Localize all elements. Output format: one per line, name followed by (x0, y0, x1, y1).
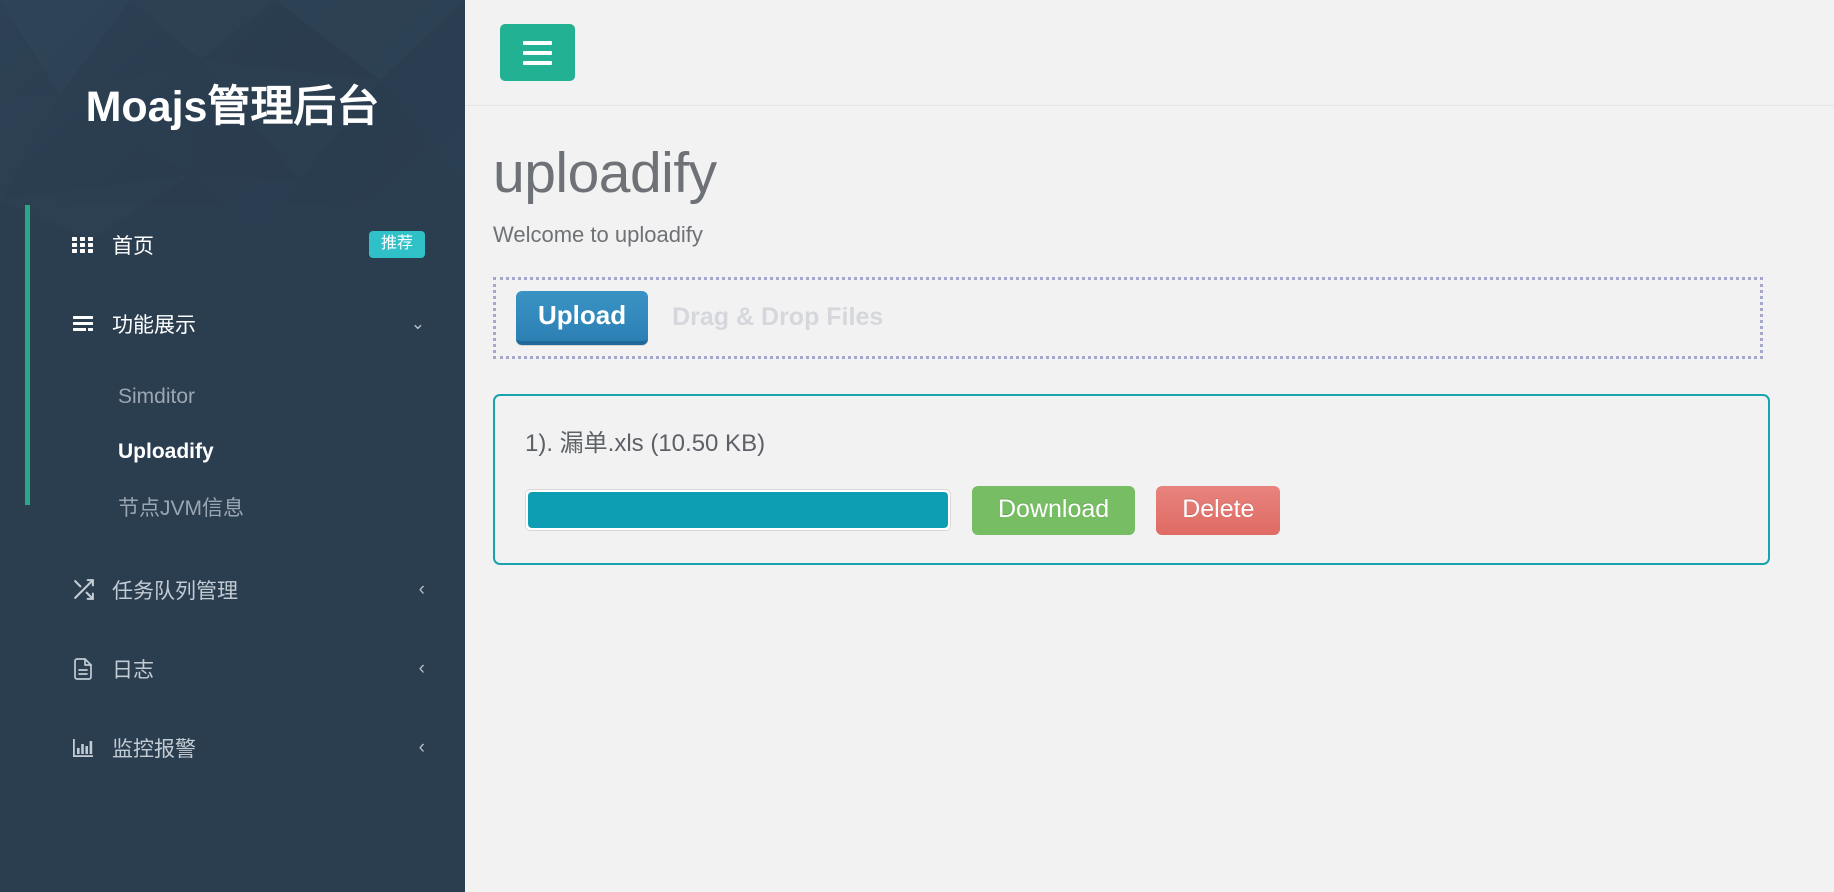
sidebar-subitem-label: Simditor (118, 384, 196, 408)
page-subtitle: Welcome to uploadify (493, 221, 703, 247)
sidebar-item-label-logs: 日志 (112, 658, 154, 682)
sidebar: Moajs管理后台 首页 推荐 功能展示 ⌄ Simditor Uploadif… (0, 0, 465, 892)
bar-chart-icon (70, 735, 96, 761)
sidebar-item-monitoring[interactable]: 监控报警 ‹ (0, 708, 465, 787)
file-dropzone[interactable]: Upload Drag & Drop Files (493, 276, 1763, 359)
upload-progress-fill (528, 492, 948, 529)
delete-button[interactable]: Delete (1156, 485, 1281, 535)
drag-drop-hint: Drag & Drop Files (672, 303, 884, 332)
sidebar-item-label-task-queue: 任务队列管理 (112, 579, 238, 603)
sidebar-item-home[interactable]: 首页 推荐 (0, 205, 465, 284)
chevron-left-icon[interactable]: ‹ (419, 738, 425, 757)
main-content: uploadify Welcome to uploadify Upload Dr… (465, 0, 1834, 892)
chevron-down-icon[interactable]: ⌄ (411, 315, 425, 332)
sidebar-subitem-label: Uploadify (118, 439, 214, 463)
brand-title: Moajs管理后台 (85, 82, 380, 131)
upload-button[interactable]: Upload (516, 290, 649, 345)
list-icon (70, 311, 96, 337)
hamburger-icon-bar (523, 40, 552, 45)
sidebar-item-uploadify[interactable]: Uploadify (0, 424, 465, 479)
sidebar-item-logs[interactable]: 日志 ‹ (0, 629, 465, 708)
active-section-rail (25, 205, 30, 505)
chevron-left-icon[interactable]: ‹ (419, 659, 425, 678)
hamburger-icon-bar (523, 60, 552, 65)
sidebar-item-label-monitoring: 监控报警 (112, 737, 196, 761)
content-area: uploadify Welcome to uploadify Upload Dr… (465, 106, 1834, 565)
sidebar-item-jvm-info[interactable]: 节点JVM信息 (0, 479, 465, 534)
grid-icon (70, 232, 96, 258)
download-button[interactable]: Download (972, 485, 1136, 535)
chevron-left-icon[interactable]: ‹ (419, 580, 425, 599)
sidebar-item-task-queue[interactable]: 任务队列管理 ‹ (0, 550, 465, 629)
app-root: Moajs管理后台 首页 推荐 功能展示 ⌄ Simditor Uploadif… (0, 0, 1834, 892)
file-actions-row: Download Delete (525, 485, 1768, 535)
sidebar-item-label-features: 功能展示 (112, 313, 196, 337)
status-badge-recommended: 推荐 (368, 231, 425, 258)
sidebar-subitem-label: 节点JVM信息 (118, 496, 244, 520)
sidebar-item-simditor[interactable]: Simditor (0, 369, 465, 424)
sidebar-item-label-home: 首页 (112, 234, 154, 258)
sidebar-toggle-button[interactable] (500, 24, 575, 81)
topbar (465, 0, 1834, 106)
shuffle-icon (70, 577, 96, 603)
sidebar-submenu-features: Simditor Uploadify 节点JVM信息 (0, 363, 465, 550)
file-name-label: 1). 漏单.xls (10.50 KB) (525, 429, 766, 457)
sidebar-item-features[interactable]: 功能展示 ⌄ (0, 284, 465, 363)
uploaded-file-panel: 1). 漏单.xls (10.50 KB) Download Delete (493, 393, 1770, 565)
upload-progress-bar (525, 489, 951, 532)
document-icon (70, 656, 96, 682)
sidebar-nav: 首页 推荐 功能展示 ⌄ Simditor Uploadify 节点JVM信息 … (0, 205, 465, 787)
hamburger-icon-bar (523, 50, 552, 55)
page-title: uploadify (493, 141, 717, 205)
sidebar-header: Moajs管理后台 (0, 0, 465, 240)
